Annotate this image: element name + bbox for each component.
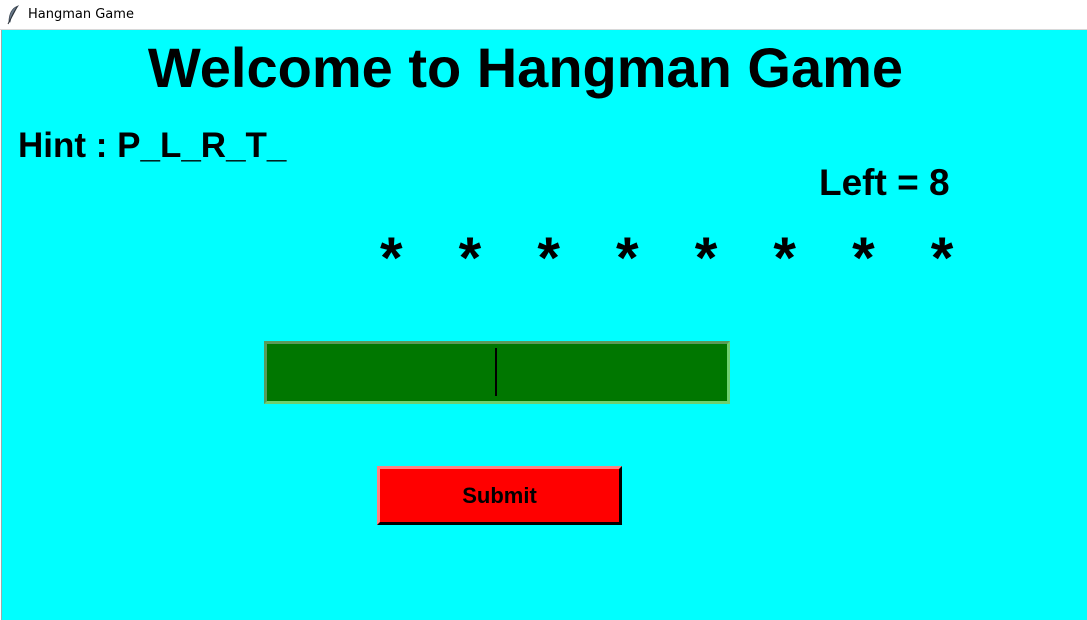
title-bar: Hangman Game xyxy=(0,0,1087,30)
masked-word: * * * * * * * * xyxy=(380,226,974,291)
submit-button[interactable]: Submit xyxy=(377,466,622,525)
hint-label: Hint : P_L_R_T_ xyxy=(18,126,287,165)
guesses-left-label: Left = 8 xyxy=(819,162,950,203)
guess-input[interactable] xyxy=(264,341,730,404)
text-cursor xyxy=(495,348,497,396)
app-window: Hangman Game Welcome to Hangman Game Hin… xyxy=(0,0,1087,620)
feather-icon xyxy=(6,5,20,25)
page-title: Welcome to Hangman Game xyxy=(147,36,904,99)
game-canvas: Welcome to Hangman Game Hint : P_L_R_T_ … xyxy=(1,30,1087,620)
window-title: Hangman Game xyxy=(28,7,134,22)
